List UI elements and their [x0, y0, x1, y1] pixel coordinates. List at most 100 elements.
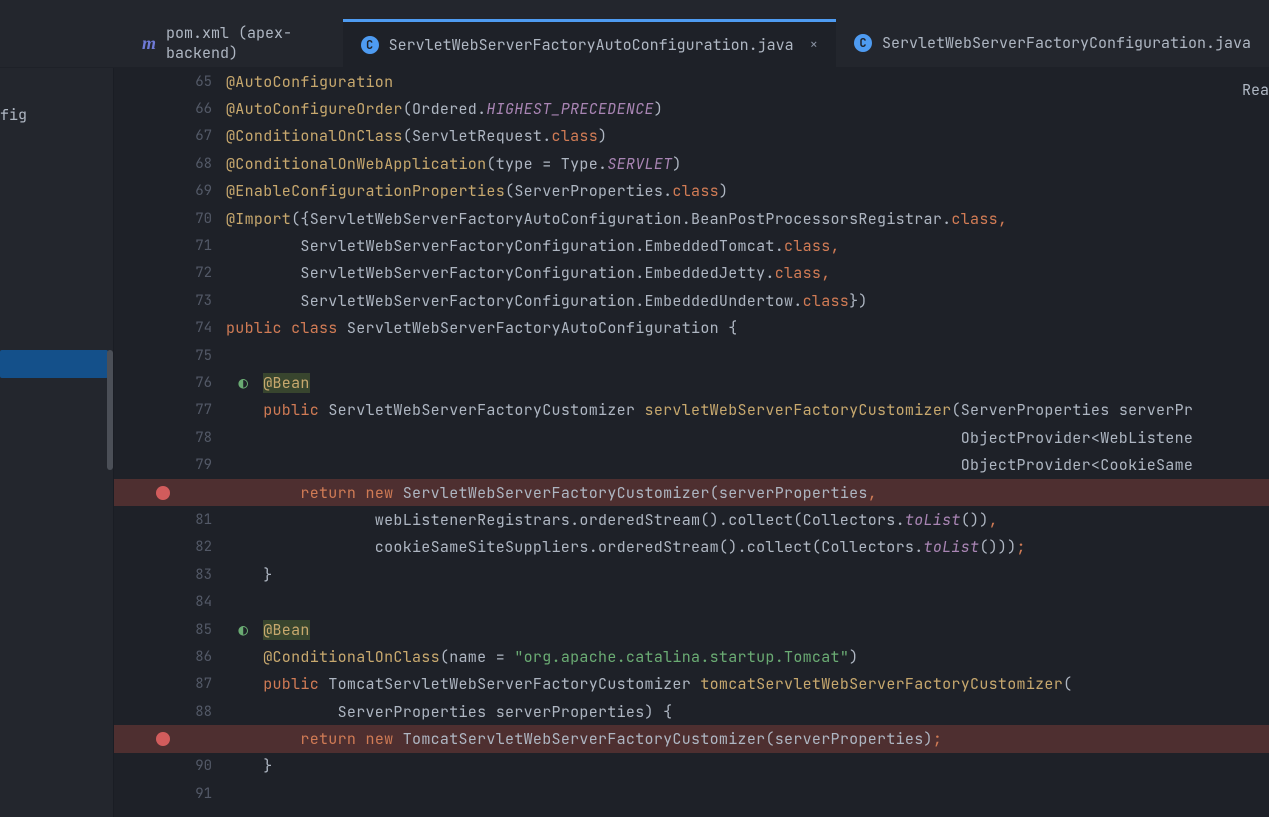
- gutter[interactable]: 79: [114, 456, 226, 474]
- gutter[interactable]: 70: [114, 210, 226, 228]
- token: HIGHEST_PRECEDENCE: [486, 99, 653, 119]
- code-line[interactable]: 79 ObjectProvider<CookieSame: [114, 451, 1269, 478]
- code-content[interactable]: webListenerRegistrars.orderedStream().co…: [226, 510, 998, 530]
- code-line[interactable]: 67 @ConditionalOnClass(ServletRequest.cla…: [114, 123, 1269, 150]
- tab-pom[interactable]: m pom.xml (apex-backend): [124, 19, 343, 67]
- gutter[interactable]: 74: [114, 319, 226, 337]
- gutter[interactable]: 66: [114, 100, 226, 118]
- gutter[interactable]: 68: [114, 155, 226, 173]
- code-line[interactable]: 74public class ServletWebServerFactoryAu…: [114, 315, 1269, 342]
- token: @ConditionalOnClass: [263, 647, 440, 667]
- token: ServletWebServerFactoryAutoConfiguration…: [347, 318, 738, 338]
- gutter[interactable]: 77: [114, 401, 226, 419]
- code-line[interactable]: 91: [114, 780, 1269, 807]
- code-line[interactable]: 88 ServerProperties serverProperties) {: [114, 698, 1269, 725]
- code-content[interactable]: @ConditionalOnWebApplication(type = Type…: [226, 154, 682, 174]
- code-content[interactable]: }: [226, 565, 273, 585]
- code-content[interactable]: public ServletWebServerFactoryCustomizer…: [226, 400, 1193, 420]
- code-line[interactable]: 82 cookieSameSiteSuppliers.orderedStream…: [114, 534, 1269, 561]
- token: public: [226, 318, 291, 338]
- gutter[interactable]: 73: [114, 292, 226, 310]
- code-content[interactable]: @ConditionalOnClass(name = "org.apache.c…: [226, 647, 858, 667]
- code-content[interactable]: }: [226, 756, 273, 776]
- code-line[interactable]: 66@AutoConfigureOrder(Ordered.HIGHEST_PR…: [114, 95, 1269, 122]
- code-line[interactable]: 77 public ServletWebServerFactoryCustomi…: [114, 397, 1269, 424]
- code-line[interactable]: 85◐ @Bean: [114, 616, 1269, 643]
- code-line[interactable]: 65@AutoConfiguration: [114, 68, 1269, 95]
- code-line[interactable]: 69@EnableConfigurationProperties(ServerP…: [114, 178, 1269, 205]
- token: [226, 674, 263, 694]
- code-line[interactable]: return new ServletWebServerFactoryCustom…: [114, 479, 1269, 506]
- code-content[interactable]: @Import({ServletWebServerFactoryAutoConf…: [226, 209, 1007, 229]
- code-line[interactable]: 68@ConditionalOnWebApplication(type = Ty…: [114, 150, 1269, 177]
- close-icon[interactable]: ×: [810, 36, 818, 54]
- code-content[interactable]: ServletWebServerFactoryConfiguration.Emb…: [226, 263, 831, 283]
- gutter[interactable]: 82: [114, 538, 226, 556]
- gutter[interactable]: 91: [114, 785, 226, 803]
- token: ObjectProvider<CookieSame: [226, 455, 1193, 475]
- code-line[interactable]: 90 }: [114, 753, 1269, 780]
- code-line[interactable]: 70@Import({ServletWebServerFactoryAutoCo…: [114, 205, 1269, 232]
- token: webListenerRegistrars.orderedStream().co…: [226, 510, 905, 530]
- code-content[interactable]: @AutoConfigureOrder(Ordered.HIGHEST_PREC…: [226, 99, 663, 119]
- gutter[interactable]: 71: [114, 237, 226, 255]
- code-content[interactable]: ServletWebServerFactoryConfiguration.Emb…: [226, 291, 868, 311]
- gutter[interactable]: 83: [114, 566, 226, 584]
- gutter[interactable]: 85◐: [114, 621, 226, 639]
- code-line[interactable]: 78 ObjectProvider<WebListene: [114, 424, 1269, 451]
- token: ;: [933, 729, 942, 749]
- gutter[interactable]: 87: [114, 675, 226, 693]
- spring-bean-icon[interactable]: ◐: [238, 372, 248, 393]
- code-content[interactable]: @EnableConfigurationProperties(ServerPro…: [226, 181, 728, 201]
- code-content[interactable]: public TomcatServletWebServerFactoryCust…: [226, 674, 1072, 694]
- sidebar-scrollbar-thumb[interactable]: [107, 350, 113, 470]
- code-content[interactable]: ServletWebServerFactoryConfiguration.Emb…: [226, 236, 840, 256]
- project-sidebar[interactable]: fig: [0, 68, 114, 817]
- code-line[interactable]: 71 ServletWebServerFactoryConfiguration.…: [114, 232, 1269, 259]
- gutter[interactable]: 67: [114, 127, 226, 145]
- token: (name =: [440, 647, 514, 667]
- token: ())): [979, 537, 1016, 557]
- code-line[interactable]: 83 }: [114, 561, 1269, 588]
- gutter[interactable]: 75: [114, 347, 226, 365]
- code-line[interactable]: 73 ServletWebServerFactoryConfiguration.…: [114, 287, 1269, 314]
- code-content[interactable]: cookieSameSiteSuppliers.orderedStream().…: [226, 537, 1026, 557]
- code-line[interactable]: 75: [114, 342, 1269, 369]
- gutter[interactable]: 72: [114, 264, 226, 282]
- gutter[interactable]: 86: [114, 648, 226, 666]
- code-content[interactable]: ObjectProvider<WebListene: [226, 428, 1193, 448]
- spring-bean-icon[interactable]: ◐: [238, 619, 248, 640]
- gutter[interactable]: 88: [114, 703, 226, 721]
- code-line[interactable]: 72 ServletWebServerFactoryConfiguration.…: [114, 260, 1269, 287]
- code-content[interactable]: @AutoConfiguration: [226, 72, 393, 92]
- gutter[interactable]: 65: [114, 73, 226, 91]
- code-content[interactable]: @ConditionalOnClass(ServletRequest.class…: [226, 126, 607, 146]
- code-editor[interactable]: 65@AutoConfiguration66@AutoConfigureOrde…: [114, 68, 1269, 817]
- code-line[interactable]: 84: [114, 588, 1269, 615]
- code-line[interactable]: 76◐ @Bean: [114, 369, 1269, 396]
- code-content[interactable]: return new TomcatServletWebServerFactory…: [226, 729, 942, 749]
- code-content[interactable]: ObjectProvider<CookieSame: [226, 455, 1193, 475]
- gutter[interactable]: 78: [114, 429, 226, 447]
- tab-servlet-auto-config[interactable]: C ServletWebServerFactoryAutoConfigurati…: [343, 19, 836, 67]
- code-line[interactable]: 87 public TomcatServletWebServerFactoryC…: [114, 671, 1269, 698]
- code-content[interactable]: ServerProperties serverProperties) {: [226, 702, 672, 722]
- gutter[interactable]: 84: [114, 593, 226, 611]
- gutter[interactable]: 81: [114, 511, 226, 529]
- code-content[interactable]: return new ServletWebServerFactoryCustom…: [226, 483, 877, 503]
- token: TomcatServletWebServerFactoryCustomizer(…: [403, 729, 933, 749]
- gutter[interactable]: 69: [114, 182, 226, 200]
- tab-servlet-config[interactable]: C ServletWebServerFactoryConfiguration.j…: [836, 19, 1269, 67]
- code-line[interactable]: 81 webListenerRegistrars.orderedStream()…: [114, 506, 1269, 533]
- code-content[interactable]: public class ServletWebServerFactoryAuto…: [226, 318, 738, 338]
- token: "org.apache.catalina.startup.Tomcat": [514, 647, 849, 667]
- code-line[interactable]: 86 @ConditionalOnClass(name = "org.apach…: [114, 643, 1269, 670]
- gutter[interactable]: 90: [114, 757, 226, 775]
- breakpoint-icon[interactable]: [156, 486, 170, 500]
- token: public: [263, 400, 328, 420]
- gutter[interactable]: 76◐: [114, 374, 226, 392]
- breakpoint-icon[interactable]: [156, 732, 170, 746]
- line-number: 67: [195, 127, 212, 145]
- code-line[interactable]: return new TomcatServletWebServerFactory…: [114, 725, 1269, 752]
- tab-label: ServletWebServerFactoryConfiguration.jav…: [882, 33, 1251, 53]
